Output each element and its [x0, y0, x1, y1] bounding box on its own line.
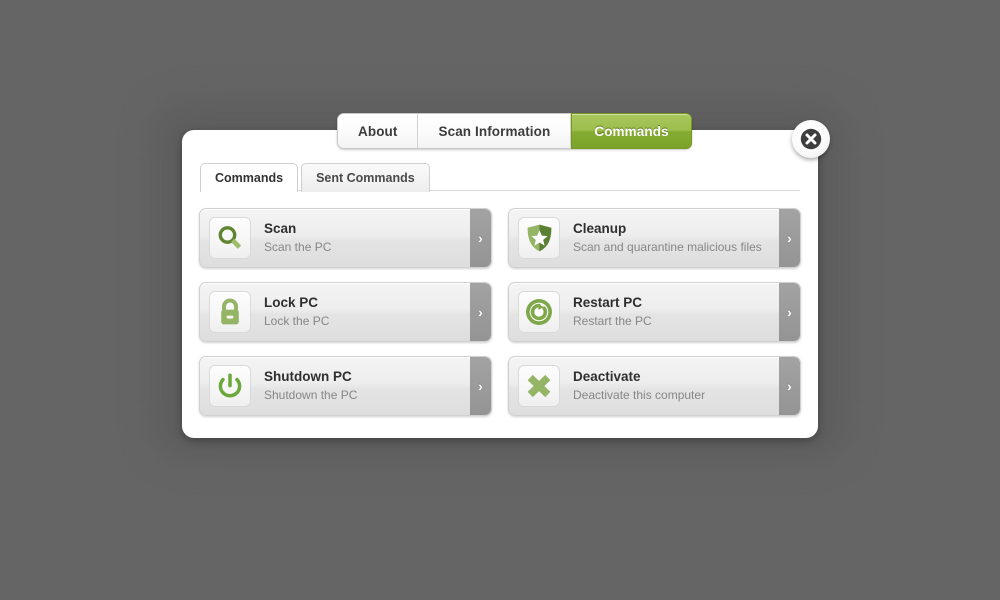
- magnifier-icon: [209, 217, 251, 259]
- command-text: Deactivate Deactivate this computer: [573, 369, 800, 403]
- power-icon: [209, 365, 251, 407]
- chevron-right-icon[interactable]: ›: [470, 283, 491, 341]
- command-item-scan[interactable]: Scan Scan the PC ›: [199, 208, 492, 268]
- restart-circle-icon: [518, 291, 560, 333]
- cross-x-icon: [518, 365, 560, 407]
- inner-tab-commands[interactable]: Commands: [200, 163, 299, 193]
- command-title: Deactivate: [573, 368, 641, 384]
- chevron-right-icon[interactable]: ›: [470, 209, 491, 267]
- command-item-shutdown-pc[interactable]: Shutdown PC Shutdown the PC ›: [199, 356, 492, 416]
- close-x-icon: [800, 128, 822, 150]
- command-description: Lock the PC: [264, 314, 330, 328]
- command-item-restart-pc[interactable]: Restart PC Restart the PC ›: [508, 282, 801, 342]
- chevron-right-icon[interactable]: ›: [779, 283, 800, 341]
- command-item-deactivate[interactable]: Deactivate Deactivate this computer ›: [508, 356, 801, 416]
- top-tab-commands[interactable]: Commands: [571, 113, 692, 149]
- command-title: Scan: [264, 220, 297, 236]
- command-title: Cleanup: [573, 220, 627, 236]
- command-title: Restart PC: [573, 294, 643, 310]
- command-description: Shutdown the PC: [264, 388, 358, 402]
- top-tab-bar: About Scan Information Commands: [337, 113, 692, 149]
- shield-star-icon: [518, 217, 560, 259]
- chevron-right-icon[interactable]: ›: [779, 209, 800, 267]
- padlock-icon: [209, 291, 251, 333]
- command-title: Lock PC: [264, 294, 319, 310]
- command-title: Shutdown PC: [264, 368, 352, 384]
- command-description: Scan and quarantine malicious files: [573, 240, 762, 254]
- command-text: Scan Scan the PC: [264, 221, 491, 255]
- command-description: Scan the PC: [264, 240, 332, 254]
- inner-tab-bar: Commands Sent Commands: [200, 163, 433, 193]
- chevron-right-icon[interactable]: ›: [779, 357, 800, 415]
- command-list: Scan Scan the PC › Cleanup Scan and quar…: [199, 208, 801, 416]
- inner-tab-sent-commands[interactable]: Sent Commands: [301, 163, 430, 192]
- command-text: Cleanup Scan and quarantine malicious fi…: [573, 221, 800, 255]
- command-text: Restart PC Restart the PC: [573, 295, 800, 329]
- close-button[interactable]: [792, 120, 830, 158]
- command-item-cleanup[interactable]: Cleanup Scan and quarantine malicious fi…: [508, 208, 801, 268]
- top-tab-about[interactable]: About: [338, 114, 419, 148]
- chevron-right-icon[interactable]: ›: [470, 357, 491, 415]
- command-text: Lock PC Lock the PC: [264, 295, 491, 329]
- top-tab-scan-information[interactable]: Scan Information: [418, 114, 572, 148]
- command-description: Restart the PC: [573, 314, 652, 328]
- command-text: Shutdown PC Shutdown the PC: [264, 369, 491, 403]
- command-description: Deactivate this computer: [573, 388, 706, 402]
- command-item-lock-pc[interactable]: Lock PC Lock the PC ›: [199, 282, 492, 342]
